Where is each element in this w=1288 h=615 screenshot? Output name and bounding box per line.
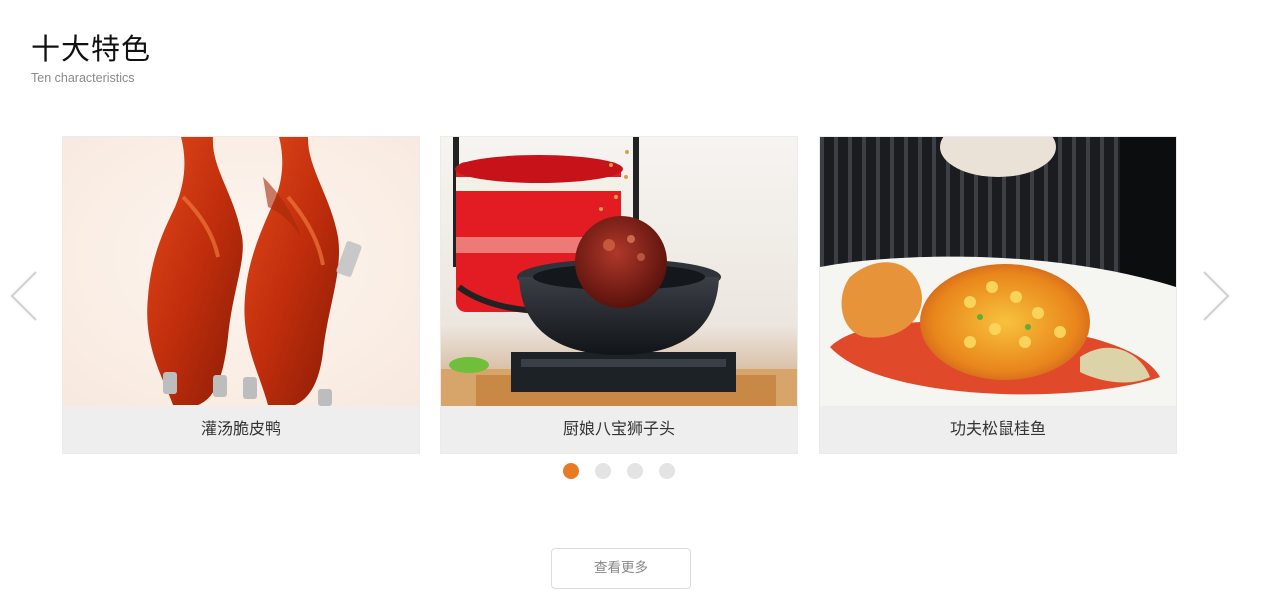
carousel-card-squirrel-fish[interactable]: 功夫松鼠桂鱼 xyxy=(819,136,1177,454)
carousel-pagination xyxy=(563,463,675,480)
carousel-next-button[interactable] xyxy=(1200,268,1234,324)
card-caption: 功夫松鼠桂鱼 xyxy=(820,406,1176,453)
section-header: 十大特色 Ten characteristics xyxy=(31,30,151,85)
section-title: 十大特色 xyxy=(31,32,152,66)
pagination-dot-2[interactable] xyxy=(595,463,611,479)
chevron-left-icon xyxy=(10,271,37,321)
carousel-track: 灌汤脆皮鸭 厨娘八宝狮子头 功夫松鼠桂鱼 xyxy=(62,136,1178,454)
carousel-prev-button[interactable] xyxy=(6,268,40,324)
roast-duck-photo xyxy=(63,137,419,406)
pagination-dot-3[interactable] xyxy=(627,463,643,479)
chevron-right-icon xyxy=(1203,271,1230,321)
view-more-button[interactable]: 查看更多 xyxy=(551,548,691,589)
carousel-card-roast-duck[interactable]: 灌汤脆皮鸭 xyxy=(62,136,420,454)
pagination-dot-4[interactable] xyxy=(659,463,675,479)
card-caption: 厨娘八宝狮子头 xyxy=(441,406,797,453)
section-subtitle: Ten characteristics xyxy=(31,71,135,85)
squirrel-mandarin-fish-photo xyxy=(820,137,1176,406)
lion-head-meatball-photo xyxy=(441,137,797,406)
card-caption: 灌汤脆皮鸭 xyxy=(63,406,419,453)
pagination-dot-1[interactable] xyxy=(563,463,579,479)
carousel-card-lion-head[interactable]: 厨娘八宝狮子头 xyxy=(440,136,798,454)
